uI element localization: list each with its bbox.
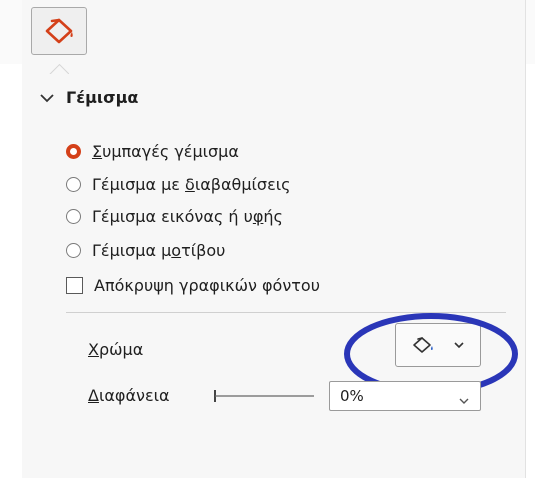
- section-title: Γέμισμα: [66, 88, 139, 107]
- option-label: Συμπαγές γέμισμα: [92, 142, 239, 161]
- paint-bucket-icon: [45, 18, 73, 44]
- radio-button[interactable]: [66, 144, 81, 159]
- radio-gradient-fill[interactable]: Γέμισμα με διαβαθμίσεις: [66, 175, 291, 194]
- fill-line-tab[interactable]: [31, 7, 87, 55]
- transparency-spinbox[interactable]: 0%: [329, 381, 481, 411]
- checkbox-label: Απόκρυψη γραφικών φόντου: [94, 276, 320, 295]
- color-label: Χρώμα: [88, 340, 144, 359]
- checkbox[interactable]: [66, 277, 83, 294]
- radio-button[interactable]: [66, 209, 81, 224]
- option-label: Γέμισμα μοτίβου: [92, 241, 226, 260]
- chevron-down-icon[interactable]: [458, 396, 470, 406]
- tab-pointer: [49, 62, 69, 74]
- radio-button[interactable]: [66, 177, 81, 192]
- chevron-down-icon: [40, 93, 54, 102]
- fill-color-button[interactable]: [395, 323, 481, 367]
- radio-button[interactable]: [66, 243, 81, 258]
- option-label: Γέμισμα με διαβαθμίσεις: [92, 175, 291, 194]
- paint-bucket-icon: [413, 337, 433, 353]
- radio-pattern-fill[interactable]: Γέμισμα μοτίβου: [66, 241, 225, 260]
- hide-background-graphics[interactable]: Απόκρυψη γραφικών φόντου: [64, 276, 320, 295]
- divider: [66, 312, 506, 313]
- transparency-slider[interactable]: [213, 388, 316, 404]
- transparency-label: Διαφάνεια: [88, 386, 170, 405]
- option-label: Γέμισμα εικόνας ή υφής: [92, 207, 283, 226]
- chevron-down-icon[interactable]: [453, 340, 465, 350]
- fill-section-header[interactable]: Γέμισμα: [38, 88, 138, 107]
- transparency-value[interactable]: 0%: [340, 387, 364, 405]
- radio-solid-fill[interactable]: Συμπαγές γέμισμα: [66, 142, 239, 161]
- radio-picture-fill[interactable]: Γέμισμα εικόνας ή υφής: [66, 207, 283, 226]
